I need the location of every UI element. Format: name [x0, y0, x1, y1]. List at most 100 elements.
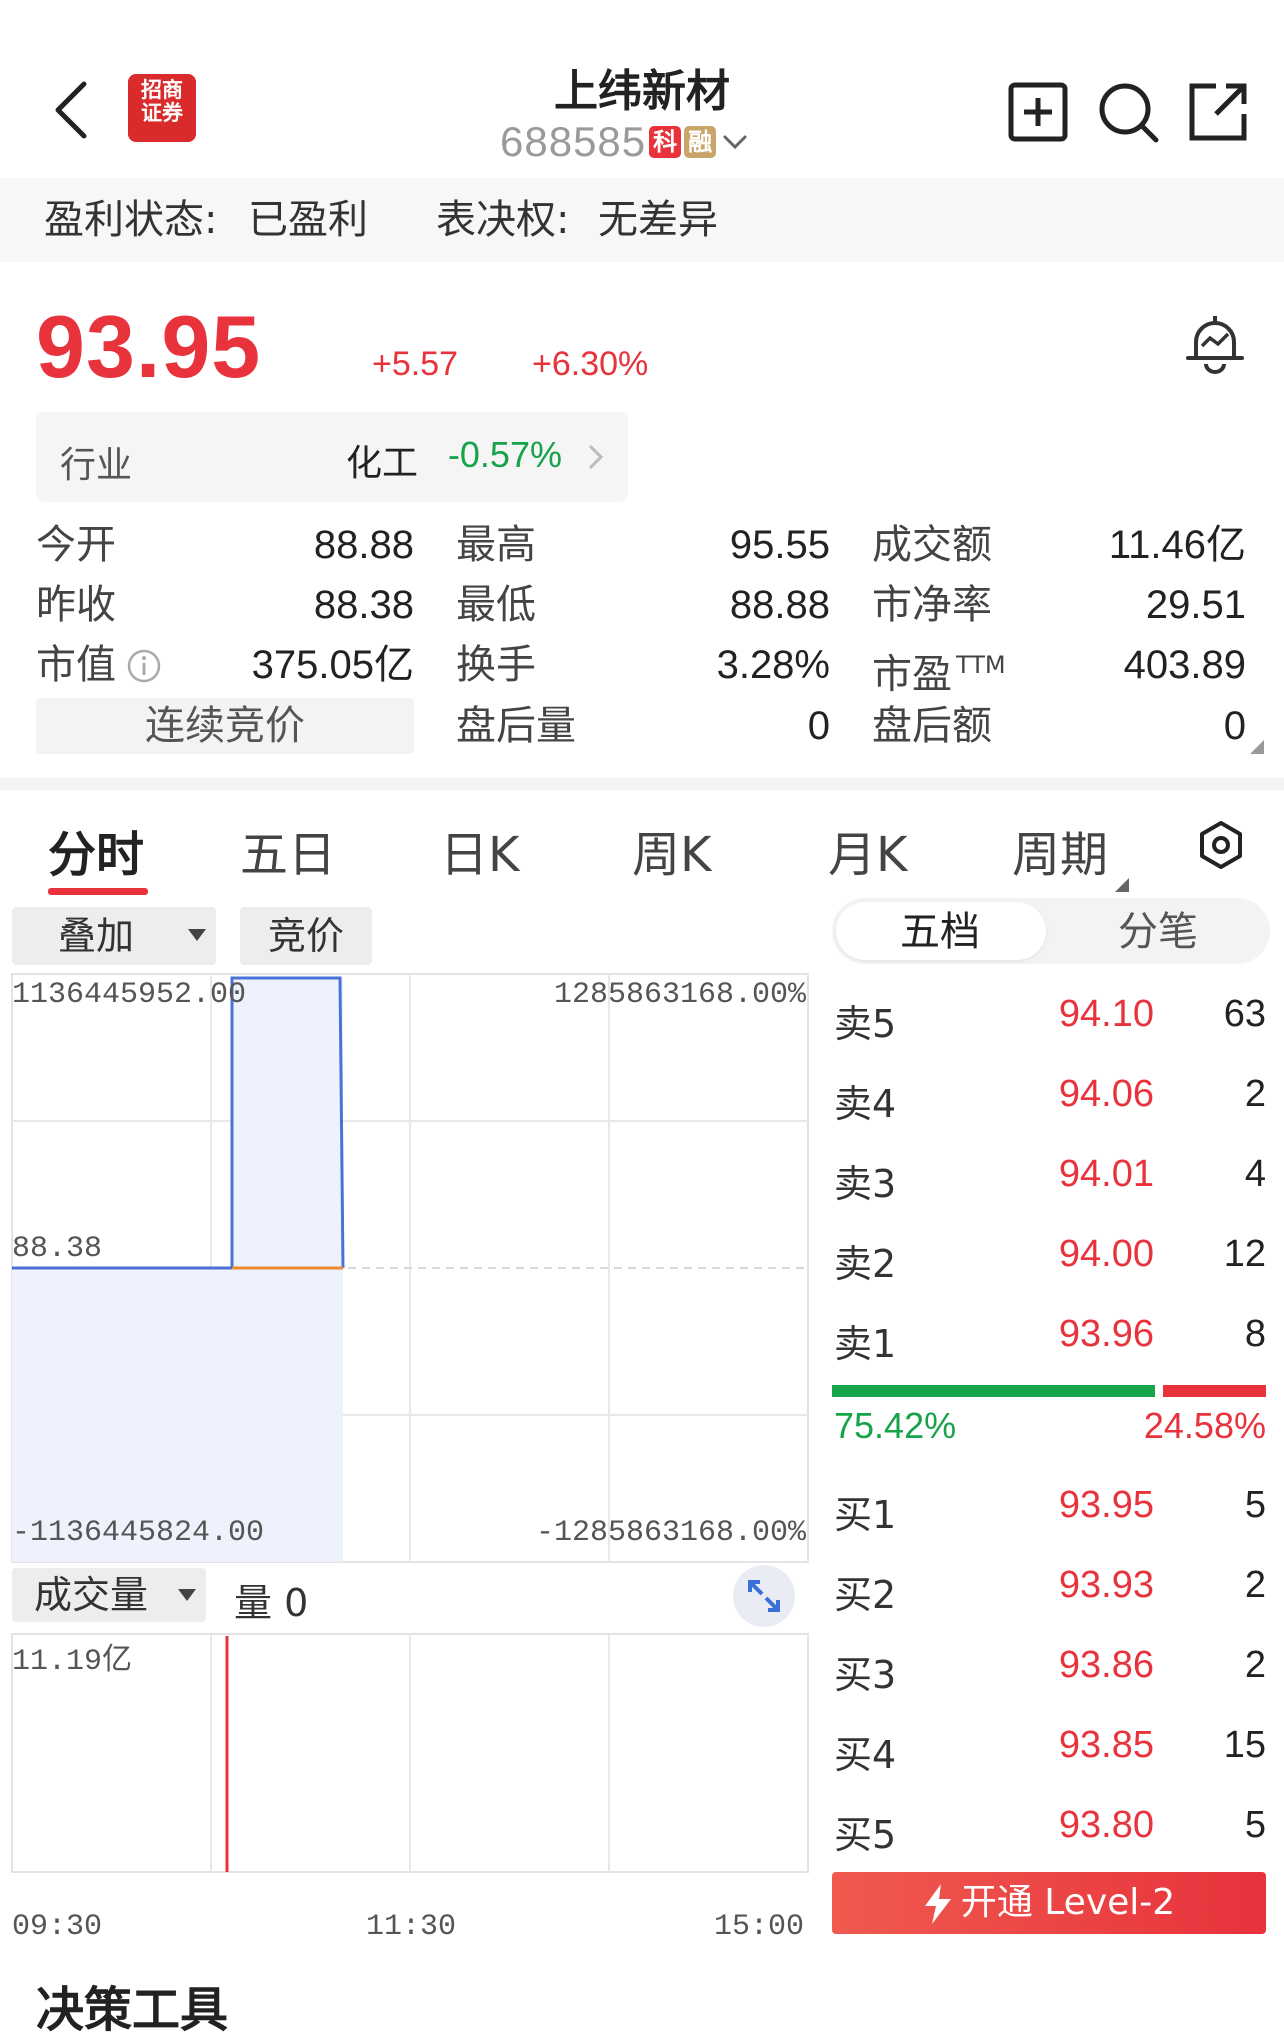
ask-row: 卖1 93.96 8: [834, 1313, 1266, 1369]
bid-price[interactable]: 93.86: [1004, 1644, 1154, 1687]
bid-volume: 2: [1244, 1564, 1266, 1606]
price-alert-bell-icon[interactable]: [1184, 312, 1246, 376]
star-market-tag: 科: [649, 126, 682, 158]
stock-code: 688585: [500, 118, 647, 165]
period-dropdown-indicator: [1115, 878, 1129, 892]
bid-price[interactable]: 93.95: [1004, 1484, 1154, 1527]
industry-change-pct: -0.57%: [447, 434, 562, 475]
ask-row: 卖3 94.01 4: [834, 1153, 1266, 1209]
ask-volume: 4: [1244, 1153, 1266, 1195]
bid-level-label: 买2: [834, 1573, 897, 1617]
status-strip: 盈利状态: 已盈利 表决权: 无差异: [0, 178, 1284, 262]
ask-row: 卖2 94.00 12: [834, 1233, 1266, 1289]
turnover-amount-value: 11.46亿: [1108, 523, 1246, 567]
overlay-label: 叠加: [58, 914, 135, 958]
ask-price[interactable]: 93.96: [1004, 1313, 1154, 1356]
prev-close-label: 昨收: [36, 582, 116, 628]
ask-price[interactable]: 94.06: [1004, 1073, 1154, 1116]
volume-axis-top: 11.19亿: [12, 1645, 133, 1679]
high-value: 95.55: [729, 523, 830, 567]
tab-five-day[interactable]: 五日: [240, 815, 336, 885]
industry-card[interactable]: 行业 化工 -0.57%: [36, 412, 628, 502]
share-icon[interactable]: [1186, 80, 1250, 144]
ask-volume: 2: [1244, 1073, 1266, 1115]
stock-code-row[interactable]: 688585 科 融: [500, 118, 748, 166]
market-cap-value: 375.05亿: [251, 643, 414, 687]
tab-monthly-k[interactable]: 月K: [828, 815, 907, 885]
tab-daily-k[interactable]: 日K: [440, 815, 519, 885]
pe-ttm-sup: TTM: [956, 651, 1006, 679]
price-change: +5.57: [372, 345, 459, 383]
bid-level-label: 买5: [834, 1813, 897, 1857]
stock-name: 上纬新材: [554, 66, 730, 117]
intraday-chart[interactable]: [0, 960, 812, 1930]
bid-price[interactable]: 93.93: [1004, 1564, 1154, 1607]
ask-price[interactable]: 94.01: [1004, 1153, 1154, 1196]
turnover-rate-label: 换手: [456, 642, 536, 688]
lightning-icon: [924, 1884, 951, 1924]
open-value: 88.88: [313, 523, 414, 567]
high-label: 最高: [456, 522, 536, 568]
ask-level-label: 卖1: [834, 1322, 897, 1366]
chevron-down-icon[interactable]: [722, 129, 748, 155]
bid-row: 买2 93.93 2: [834, 1564, 1266, 1620]
volume-indicator-dropdown[interactable]: 成交量: [12, 1568, 206, 1622]
turnover-rate-value: 3.28%: [716, 643, 830, 687]
profit-status-label: 盈利状态:: [44, 197, 218, 243]
ask-price[interactable]: 94.00: [1004, 1233, 1154, 1276]
pb-ratio-value: 29.51: [1145, 583, 1246, 627]
tab-weekly-k[interactable]: 周K: [632, 815, 711, 885]
bid-price[interactable]: 93.80: [1004, 1804, 1154, 1847]
fullscreen-expand-icon[interactable]: [732, 1564, 796, 1628]
top-bar: 招商 证券 上纬新材 688585 科 融: [0, 0, 1284, 175]
after-hours-amount-value: 0: [1223, 704, 1246, 748]
bid-volume: 5: [1244, 1484, 1266, 1526]
voting-rights-label: 表决权:: [436, 197, 570, 243]
after-hours-amount-label: 盘后额: [872, 703, 992, 749]
open-level2-button[interactable]: 开通 Level-2: [832, 1872, 1266, 1934]
ask-level-label: 卖5: [834, 1002, 897, 1046]
price-axis-mid-left: 88.38: [12, 1232, 103, 1266]
after-hours-volume-value: 0: [807, 704, 830, 748]
ask-level-label: 卖4: [834, 1082, 897, 1126]
overlay-dropdown[interactable]: 叠加: [12, 907, 216, 965]
caret-down-icon: [178, 1589, 196, 1601]
after-hours-volume-label: 盘后量: [456, 703, 576, 749]
info-icon[interactable]: [126, 648, 162, 684]
ask-level-label: 卖3: [834, 1162, 897, 1206]
chart-settings-icon[interactable]: [1196, 820, 1246, 870]
bid-price[interactable]: 93.85: [1004, 1724, 1154, 1767]
time-axis-mid: 11:30: [366, 1910, 457, 1944]
profit-status-value: 已盈利: [248, 197, 368, 243]
tab-five-levels[interactable]: 五档: [900, 906, 980, 958]
volume-value: 量 0: [234, 1581, 309, 1625]
pe-ratio-value: 403.89: [1123, 643, 1246, 687]
auction-toggle-button[interactable]: 竞价: [240, 907, 372, 965]
back-arrow-icon[interactable]: [48, 78, 96, 142]
search-icon[interactable]: [1096, 80, 1160, 144]
time-axis-start: 09:30: [12, 1910, 103, 1944]
ask-price[interactable]: 94.10: [1004, 993, 1154, 1036]
buy-ratio: 75.42%: [834, 1405, 957, 1446]
level2-label: 开通 Level-2: [960, 1882, 1176, 1923]
sell-ratio: 24.58%: [1143, 1405, 1266, 1446]
time-axis-end: 15:00: [714, 1910, 805, 1944]
tab-period[interactable]: 周期: [1012, 815, 1108, 885]
ask-row: 卖5 94.10 63: [834, 993, 1266, 1049]
low-label: 最低: [456, 582, 536, 628]
last-price: 93.95: [36, 297, 262, 396]
tab-intraday[interactable]: 分时: [48, 815, 144, 885]
pe-label-text: 市盈: [872, 651, 952, 698]
margin-tag: 融: [684, 126, 717, 158]
ask-level-label: 卖2: [834, 1242, 897, 1286]
active-tab-indicator: [48, 888, 148, 895]
expand-corner-icon[interactable]: [1250, 740, 1264, 754]
bid-level-label: 买4: [834, 1733, 897, 1777]
add-watchlist-icon[interactable]: [1006, 80, 1070, 144]
price-area-fill: [12, 978, 343, 1562]
volume-indicator-label: 成交量: [34, 1573, 149, 1617]
price-axis-top-left: 1136445952.00: [12, 978, 247, 1012]
tab-ticks[interactable]: 分笔: [1118, 906, 1198, 958]
bid-volume: 15: [1223, 1724, 1266, 1766]
price-axis-bottom-right: -1285863168.00%: [535, 1516, 806, 1550]
